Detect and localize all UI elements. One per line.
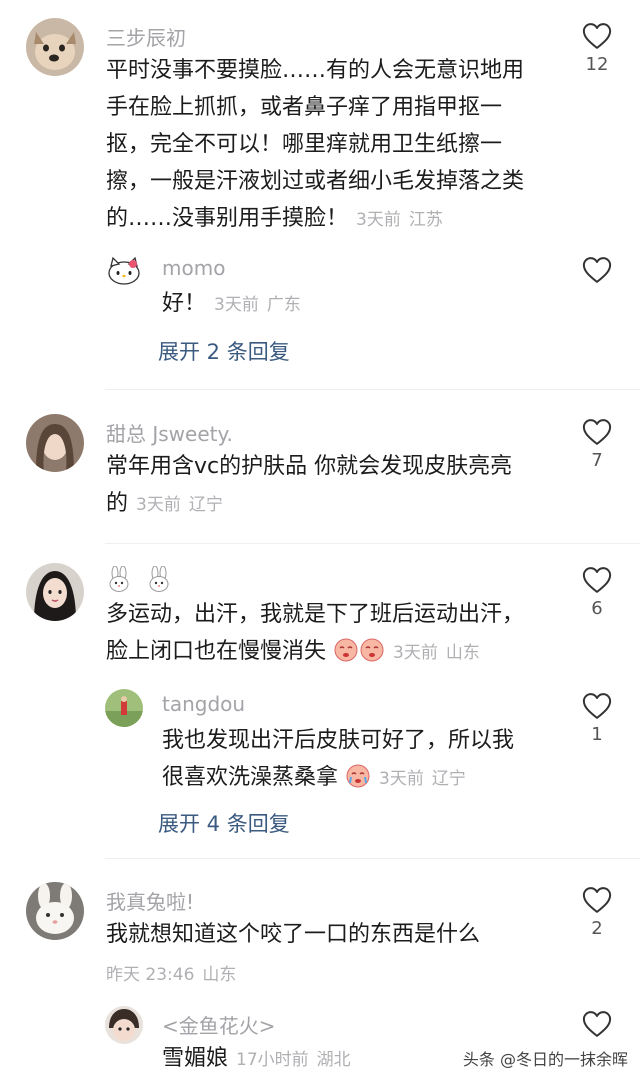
comment-username[interactable]: 三步辰初 [106, 22, 186, 51]
comment-location: 山东 [202, 965, 237, 985]
comment-line: 脸上闭口也在慢慢消失 [106, 639, 327, 664]
heart-icon [582, 256, 612, 284]
comment-line: 抠，完全不可以！哪里痒就用卫生纸擦一 [106, 132, 503, 157]
comment-username[interactable]: 我真兔啦! [106, 886, 194, 915]
comment-location: 山东 [445, 643, 480, 663]
comment-location: 江苏 [408, 210, 443, 230]
comment-time: 3天前 [356, 210, 401, 230]
comment-line: 我就想知道这个咬了一口的东西是什么 [106, 922, 481, 947]
comment-text: 平时没事不要摸脸……有的人会无意识地用 手在脸上抓抓，或者鼻子痒了用指甲抠一 抠… [106, 52, 556, 239]
comment-time: 3天前 [136, 495, 181, 515]
like-count: 7 [591, 450, 603, 471]
comment-line: 平时没事不要摸脸……有的人会无意识地用 [106, 58, 525, 83]
divider [105, 389, 640, 390]
comment-text: 多运动，出汗，我就是下了班后运动出汗， 脸上闭口也在慢慢消失 3天前 山东 [106, 596, 566, 672]
divider [105, 858, 640, 859]
comment-line: 多运动，出汗，我就是下了班后运动出汗， [106, 602, 525, 627]
reply-time: 3天前 [379, 769, 424, 789]
heart-icon [582, 692, 612, 720]
heart-icon [582, 1010, 612, 1038]
like-button[interactable]: 6 [582, 566, 612, 619]
crying-face-emoji [360, 638, 384, 662]
outdoor-avatar[interactable] [105, 689, 143, 727]
crying-face-emoji [346, 764, 370, 788]
heart-icon [582, 418, 612, 446]
reply-text: 雪媚娘 [162, 1046, 229, 1071]
reply-text-row: 好！ 3天前 广东 [162, 285, 301, 324]
reply-text-row: 雪媚娘 17小时前 湖北 [162, 1040, 351, 1079]
comment-line: 手在脸上抓抓，或者鼻子痒了用指甲抠一 [106, 95, 503, 120]
comment-text: 我就想知道这个咬了一口的东西是什么 [106, 916, 556, 953]
heart-icon [582, 566, 612, 594]
reply-line: 很喜欢洗澡蒸桑拿 [162, 765, 339, 790]
like-button[interactable]: 7 [582, 418, 612, 471]
divider [105, 543, 640, 544]
reply-username[interactable]: <金鱼花火> [162, 1010, 276, 1039]
reply-username[interactable]: momo [162, 256, 225, 280]
bunny-emoji [149, 566, 169, 592]
bunny-emoji [109, 566, 129, 592]
like-button[interactable] [582, 256, 612, 284]
username-emoji-row[interactable] [106, 566, 186, 592]
comment-line: 的……没事别用手摸脸！ [106, 206, 349, 231]
crying-face-emoji [334, 638, 358, 662]
comment-time: 昨天 23:46 [106, 965, 195, 985]
reply-line: 我也发现出汗后皮肤可好了，所以我 [162, 728, 515, 753]
heart-icon [582, 22, 612, 50]
child-avatar[interactable] [105, 1006, 143, 1044]
comment-meta: 昨天 23:46 山东 [106, 960, 236, 985]
like-count: 12 [585, 54, 609, 75]
girl-avatar-2[interactable] [26, 563, 84, 621]
comment-username[interactable]: 甜总 Jsweety. [106, 418, 233, 447]
girl-avatar[interactable] [26, 414, 84, 472]
like-button[interactable]: 2 [582, 886, 612, 939]
expand-replies-button[interactable]: 展开 2 条回复 [158, 336, 290, 366]
reply-username[interactable]: tangdou [162, 692, 245, 716]
comment-line: 擦，一般是汗液划过或者细小毛发掉落之类 [106, 169, 525, 194]
watermark: 头条 @冬日的一抹余晖 [462, 1046, 628, 1070]
comment-line: 常年用含vc的护肤品 你就会发现皮肤亮亮 [106, 454, 513, 479]
comment-line: 的 [106, 491, 129, 516]
comment-location: 辽宁 [188, 495, 223, 515]
reply-location: 辽宁 [431, 769, 466, 789]
hello-kitty-avatar[interactable] [105, 252, 143, 290]
reply-text: 好！ [162, 291, 207, 316]
reply-location: 湖北 [316, 1050, 351, 1070]
comment-time: 3天前 [393, 643, 438, 663]
heart-icon [582, 886, 612, 914]
reply-time: 17小时前 [236, 1050, 309, 1070]
like-count: 2 [591, 918, 603, 939]
rabbit-avatar[interactable] [26, 882, 84, 940]
reply-time: 3天前 [214, 295, 259, 315]
like-count: 1 [591, 724, 603, 745]
like-button[interactable] [582, 1010, 612, 1038]
expand-replies-button[interactable]: 展开 4 条回复 [158, 808, 290, 838]
like-button[interactable]: 12 [582, 22, 612, 75]
dog-avatar[interactable] [26, 18, 84, 76]
like-button[interactable]: 1 [582, 692, 612, 745]
like-count: 6 [591, 598, 603, 619]
reply-location: 广东 [266, 295, 301, 315]
comment-text: 常年用含vc的护肤品 你就会发现皮肤亮亮 的 3天前 辽宁 [106, 448, 556, 524]
reply-text: 我也发现出汗后皮肤可好了，所以我 很喜欢洗澡蒸桑拿 3天前 辽宁 [162, 722, 562, 798]
